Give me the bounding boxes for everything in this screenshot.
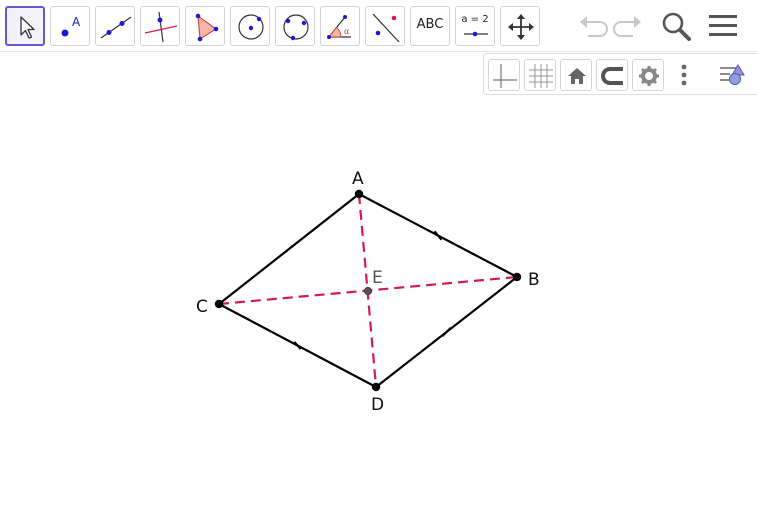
reflect-tool[interactable]: [365, 6, 405, 46]
point-tool-label: A: [72, 15, 81, 29]
arrow-cursor-icon: [20, 16, 35, 39]
circle-center-icon: [238, 14, 264, 40]
polygon-icon: [195, 13, 219, 42]
point-B[interactable]: [512, 272, 522, 282]
point-tool[interactable]: A: [50, 6, 90, 46]
point-E[interactable]: [363, 286, 372, 295]
point-D-label: D: [371, 395, 384, 415]
angle-tool[interactable]: α: [320, 6, 360, 46]
line-tool[interactable]: [95, 6, 135, 46]
angle-tool-label: α: [344, 27, 350, 36]
redo-button[interactable]: [611, 8, 647, 44]
point-C-label: C: [196, 297, 208, 317]
tick-mark-CA: [284, 244, 294, 254]
slider-icon: [464, 31, 488, 37]
circle-three-points-tool[interactable]: [275, 6, 315, 46]
text-tool-label: ABC: [416, 17, 444, 32]
move-tool[interactable]: [5, 6, 45, 46]
point-E-label: E: [372, 268, 383, 288]
text-tool[interactable]: ABC: [410, 6, 450, 46]
reflect-icon: [372, 13, 400, 43]
construction-canvas[interactable]: A B C D E: [0, 53, 757, 521]
line-icon: [100, 16, 132, 39]
undo-button[interactable]: [574, 8, 610, 44]
point-C[interactable]: [214, 299, 224, 309]
circle-three-points-icon: [283, 14, 309, 41]
search-icon: [662, 12, 691, 41]
move-arrows-icon: [508, 14, 534, 40]
angle-icon: α: [327, 15, 351, 39]
undo-icon: [580, 16, 608, 37]
move-graphics-view-tool[interactable]: [500, 6, 540, 46]
menu-icon: [709, 15, 737, 36]
tick-mark-BD: [441, 327, 452, 337]
redo-icon: [613, 16, 641, 37]
slider-tool[interactable]: a = 2: [455, 6, 495, 46]
point-A-label: A: [352, 169, 364, 189]
toolbar: A α ABC a = 2: [0, 0, 757, 52]
point-A[interactable]: [354, 189, 364, 199]
tick-mark-AB: [433, 230, 443, 241]
graphics-view[interactable]: A B C D E: [0, 53, 757, 521]
point-icon: A: [61, 15, 81, 37]
perpendicular-line-icon: [144, 11, 178, 43]
main-menu-button[interactable]: [705, 8, 741, 44]
polygon-tool[interactable]: [185, 6, 225, 46]
perpendicular-line-tool[interactable]: [140, 6, 180, 46]
point-D[interactable]: [371, 382, 381, 392]
search-button[interactable]: [658, 8, 694, 44]
circle-center-point-tool[interactable]: [230, 6, 270, 46]
point-B-label: B: [528, 270, 540, 290]
